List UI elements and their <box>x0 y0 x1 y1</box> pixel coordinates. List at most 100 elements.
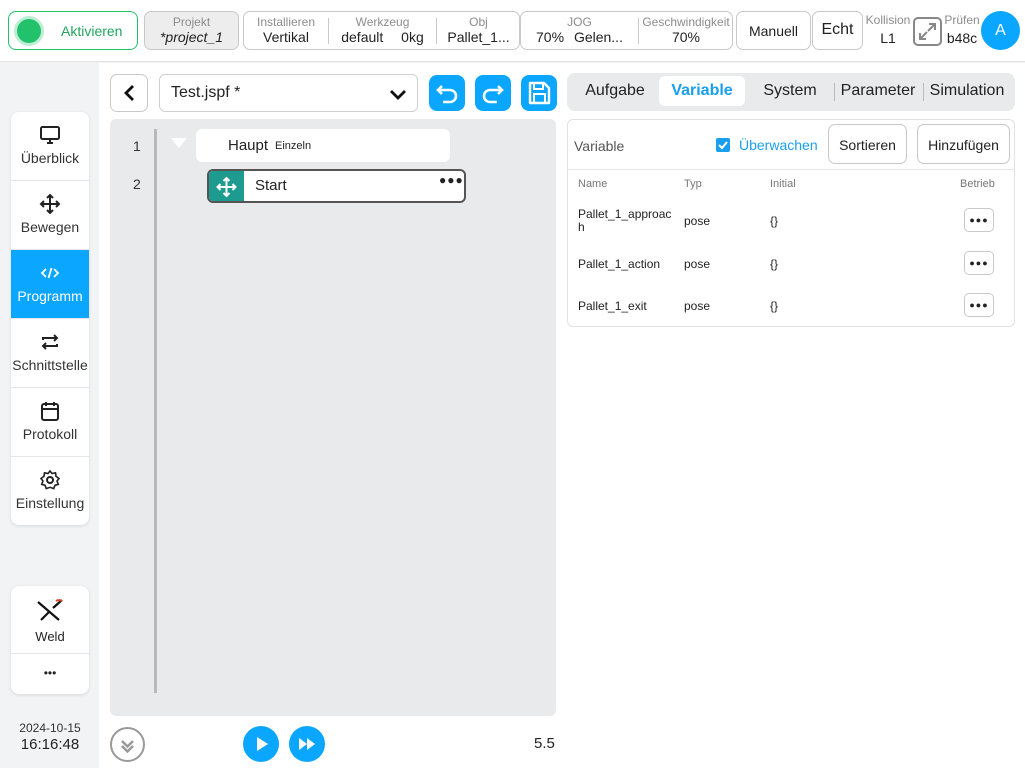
save-icon <box>528 81 551 105</box>
line-number: 1 <box>133 138 141 154</box>
install-tool-obj-group[interactable]: Installieren Vertikal Werkzeug default 0… <box>243 11 520 50</box>
tab-task[interactable]: Aufgabe <box>575 73 655 109</box>
tree-node-main[interactable]: Haupt Einzeln <box>196 129 450 162</box>
speed-cell[interactable]: Geschwindigkeit 70% <box>639 12 733 49</box>
variable-name: Pallet_1_exit <box>578 299 647 313</box>
monitor-checkbox[interactable] <box>716 138 730 152</box>
monitor-icon <box>40 126 60 144</box>
more-options-icon: ●●● <box>969 215 989 225</box>
tab-system[interactable]: System <box>753 73 827 109</box>
sort-button[interactable]: Sortieren <box>828 124 907 164</box>
variable-initial: {} <box>770 299 779 313</box>
code-icon <box>40 267 60 279</box>
tab-simulation[interactable]: Simulation <box>926 73 1008 109</box>
redo-button[interactable] <box>475 75 511 111</box>
tool-cell[interactable]: Werkzeug default 0kg <box>329 12 436 49</box>
collapse-triangle-icon[interactable] <box>170 136 188 150</box>
activate-label: Aktivieren <box>61 23 123 39</box>
tool-load: 0kg <box>401 29 424 45</box>
chevron-down-icon <box>390 90 406 100</box>
check-indicator[interactable]: Prüfen b48c <box>942 13 982 47</box>
jog-cell[interactable]: JOG 70% Gelen... <box>521 12 638 49</box>
more-label: ••• <box>43 666 57 680</box>
project-selector[interactable]: Projekt *project_1 <box>144 11 239 50</box>
jog-speed-group[interactable]: JOG 70% Gelen... Geschwindigkeit 70% <box>520 11 733 50</box>
file-name: Test.jspf * <box>171 84 241 101</box>
row-more-button[interactable]: ●●● <box>964 293 994 317</box>
scroll-down-button[interactable] <box>110 727 145 762</box>
tab-variable[interactable]: Variable <box>659 76 745 106</box>
project-value: *project_1 <box>159 29 224 45</box>
tab-label: Simulation <box>929 82 1005 99</box>
manual-button[interactable]: Manuell <box>736 11 811 50</box>
sidebar-item-log[interactable]: Protokoll <box>11 388 89 457</box>
row-more-button[interactable]: ●●● <box>964 251 994 275</box>
table-row[interactable]: Pallet_1_exit pose {} ●●● <box>568 285 1014 327</box>
variable-name: Pallet_1_approach <box>578 207 672 234</box>
table-row[interactable]: Pallet_1_action pose {} ●●● <box>568 243 1014 285</box>
add-variable-button[interactable]: Hinzufügen <box>917 124 1010 164</box>
obj-cell[interactable]: Obj Pallet_1... <box>437 12 520 49</box>
node-label: Start <box>255 177 287 194</box>
project-label: Projekt <box>172 15 211 29</box>
tab-label: Parameter <box>840 82 916 99</box>
calendar-icon <box>41 402 59 421</box>
avatar-letter: A <box>995 22 1006 39</box>
redo-icon <box>482 85 504 104</box>
activate-button[interactable]: Aktivieren <box>8 11 138 50</box>
sidebar-item-label: Schnittstelle <box>12 357 88 373</box>
tool-value: default <box>341 29 384 45</box>
drag-handle[interactable] <box>209 171 244 201</box>
tab-parameter[interactable]: Parameter <box>837 73 919 109</box>
swap-icon <box>41 334 59 350</box>
play-icon <box>257 737 268 751</box>
tab-label: Variable <box>671 82 733 99</box>
collision-indicator[interactable]: Kollision L1 <box>864 14 912 47</box>
save-button[interactable] <box>521 75 557 111</box>
monitor-label[interactable]: Überwachen <box>739 137 818 153</box>
row-more-button[interactable]: ●●● <box>964 208 994 232</box>
tree-node-start[interactable]: Start ●●● <box>207 169 466 203</box>
speed-value: 70% <box>671 29 701 45</box>
sidebar-item-label: Einstellung <box>15 495 85 511</box>
real-mode-button[interactable]: Echt <box>812 11 863 50</box>
check-value: b48c <box>946 30 978 46</box>
tool-label: Werkzeug <box>355 15 410 29</box>
node-label: Haupt <box>228 137 269 154</box>
panel-title: Variable <box>574 138 625 154</box>
more-plugins-button[interactable]: ••• <box>11 655 89 694</box>
sidebar-item-label: Protokoll <box>22 426 78 442</box>
more-options-icon[interactable]: ●●● <box>439 173 464 187</box>
variable-name: Pallet_1_action <box>578 257 661 271</box>
install-label: Installieren <box>256 15 316 29</box>
obj-label: Obj <box>469 15 488 29</box>
install-value: Vertikal <box>263 29 309 45</box>
sidebar-item-overview[interactable]: Überblick <box>11 112 89 181</box>
avatar[interactable]: A <box>981 11 1020 50</box>
play-button[interactable] <box>243 726 279 762</box>
sidebar-item-settings[interactable]: Einstellung <box>11 457 89 525</box>
clock: 2024-10-15 16:16:48 <box>10 721 90 753</box>
expand-icon[interactable] <box>913 17 942 46</box>
back-button[interactable] <box>110 74 148 112</box>
gear-icon <box>39 469 61 490</box>
undo-button[interactable] <box>429 75 465 111</box>
step-forward-button[interactable] <box>289 726 325 762</box>
obj-value: Pallet_1... <box>447 29 510 45</box>
more-options-icon: ●●● <box>969 258 989 268</box>
tab-label: Aufgabe <box>585 82 645 99</box>
table-row[interactable]: Pallet_1_approach pose {} ●●● <box>568 200 1014 242</box>
check-label: Prüfen <box>944 13 980 27</box>
file-select[interactable]: Test.jspf * <box>159 74 418 112</box>
sidebar-item-interface[interactable]: Schnittstelle <box>11 319 89 388</box>
program-tree: 1 Haupt Einzeln 2 Start ●●● <box>110 119 556 716</box>
sidebar-item-move[interactable]: Bewegen <box>11 181 89 250</box>
jog-mode: Gelen... <box>573 29 623 45</box>
sidebar-item-label: Programm <box>17 288 83 304</box>
install-cell[interactable]: Installieren Vertikal <box>244 12 328 49</box>
sidebar-item-program[interactable]: Programm <box>11 250 89 319</box>
weld-button[interactable]: Weld <box>11 586 89 654</box>
weld-label: Weld <box>35 629 65 644</box>
tree-gutter-line <box>154 129 157 693</box>
tab-divider <box>834 83 835 101</box>
